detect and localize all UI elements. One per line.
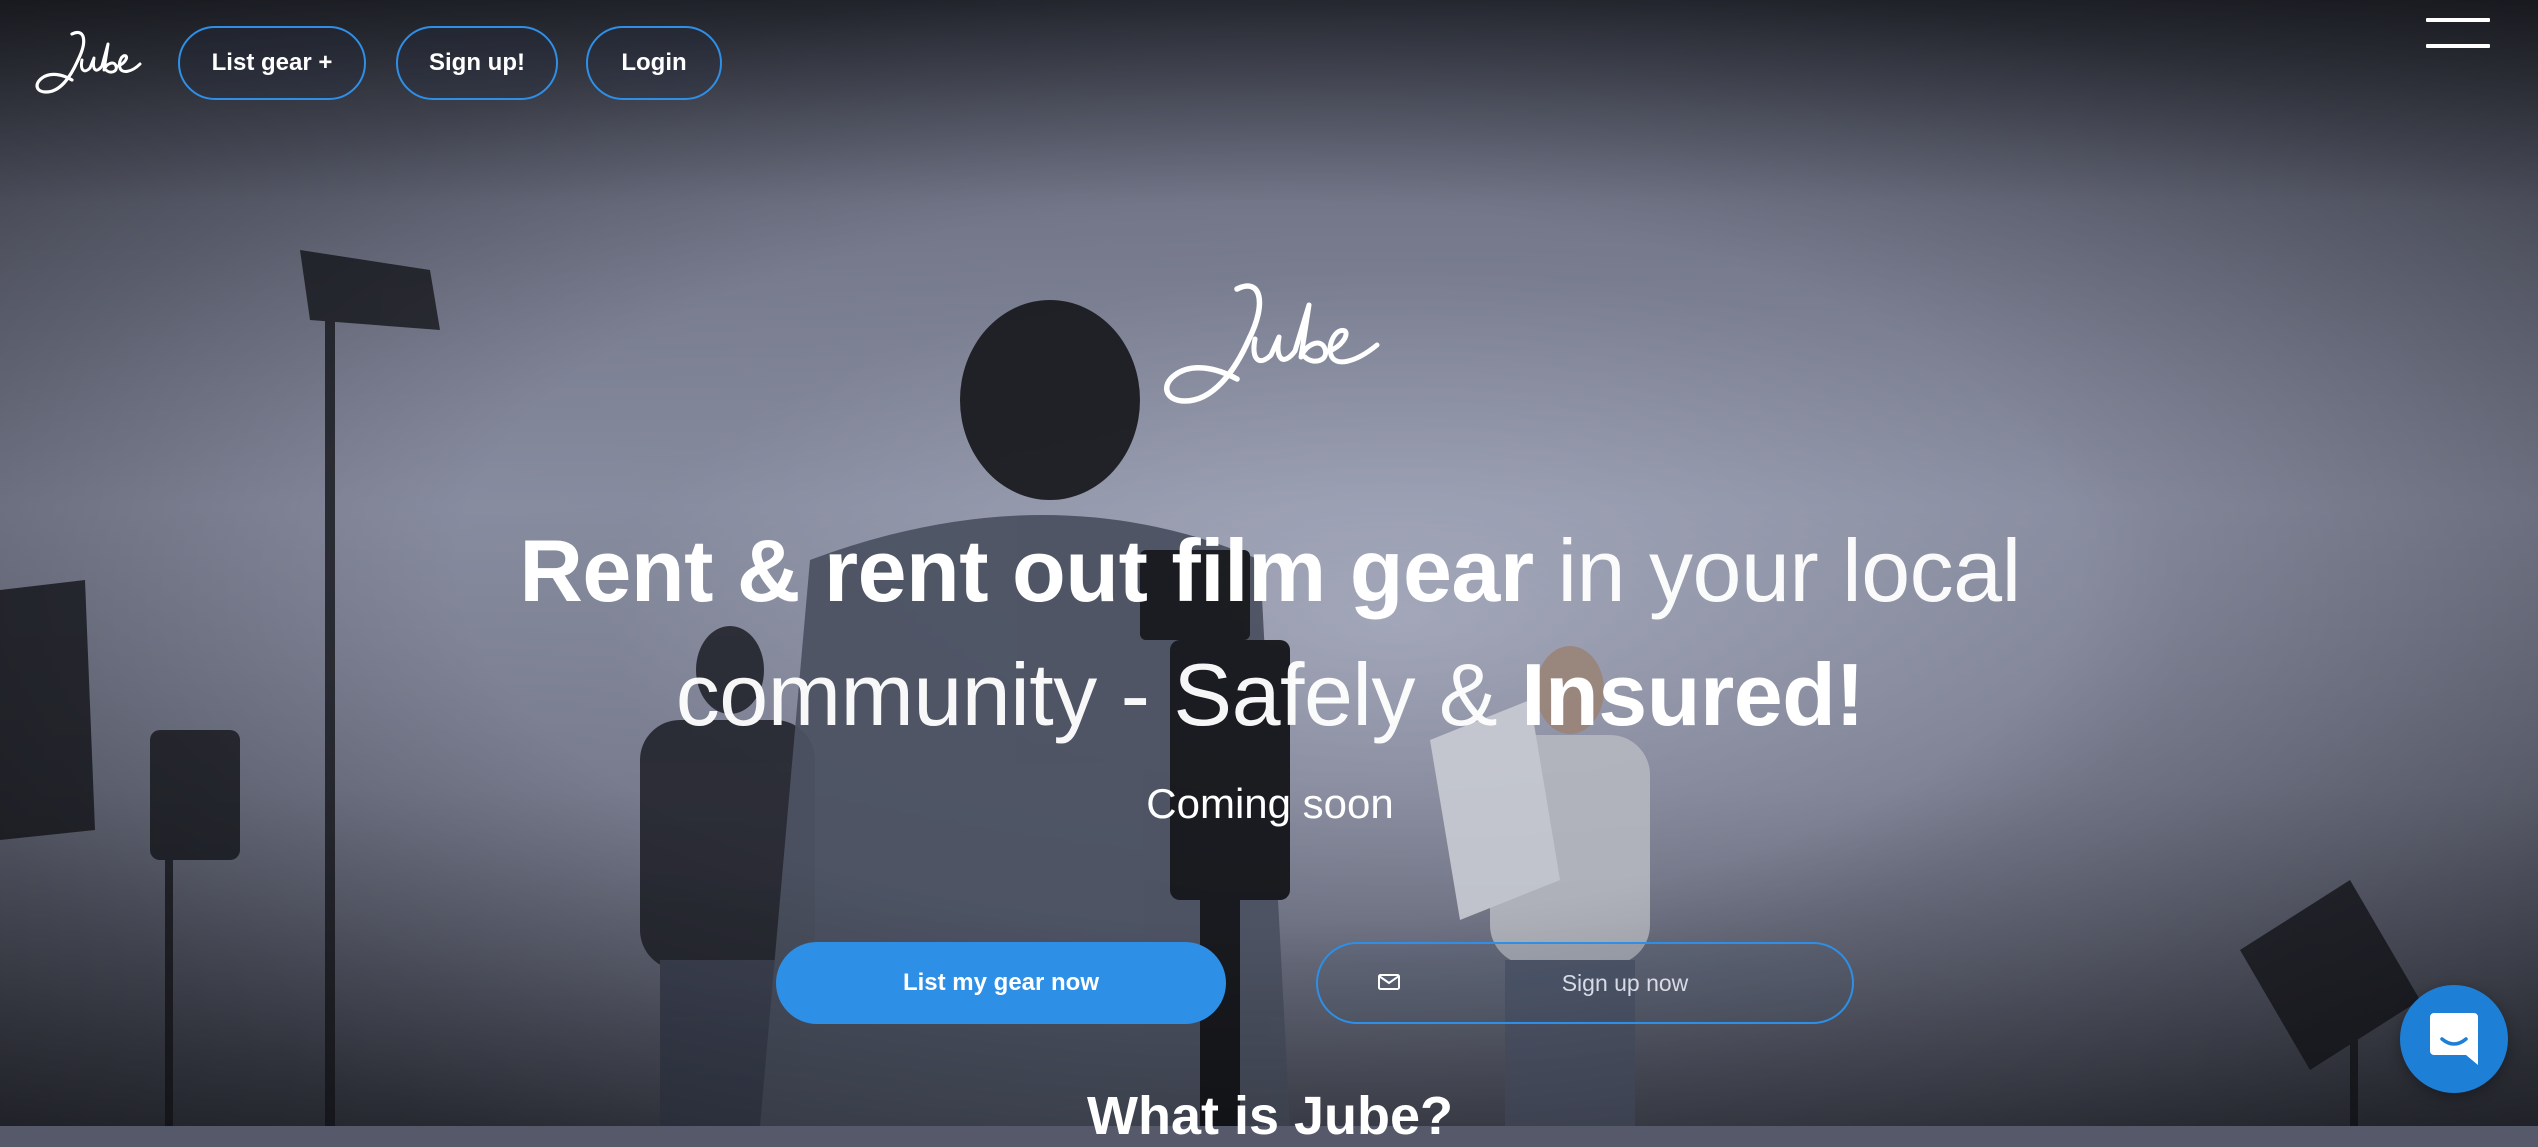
list-gear-button[interactable]: List gear + bbox=[178, 26, 366, 100]
signup-email-input[interactable]: Sign up now bbox=[1316, 942, 1854, 1024]
list-my-gear-button[interactable]: List my gear now bbox=[776, 942, 1226, 1024]
hero-headline: Rent & rent out film gear in your local … bbox=[460, 509, 2080, 757]
jube-logo[interactable] bbox=[32, 26, 144, 102]
jube-hero-logo bbox=[1164, 283, 1380, 404]
chat-launcher-button[interactable] bbox=[2400, 985, 2508, 1093]
envelope-icon bbox=[1378, 974, 1400, 990]
headline-bold-part: Rent & rent out film gear bbox=[519, 520, 1534, 620]
what-is-jube-heading: What is Jube? bbox=[1086, 1085, 1454, 1146]
hamburger-line bbox=[2426, 18, 2490, 22]
hamburger-icon[interactable] bbox=[2426, 18, 2490, 52]
login-button[interactable]: Login bbox=[586, 26, 722, 100]
top-navigation: List gear + Sign up! Login bbox=[0, 0, 2538, 130]
chat-bubble-icon bbox=[2430, 1013, 2478, 1065]
signup-input-placeholder: Sign up now bbox=[1561, 969, 1689, 996]
coming-soon-label: Coming soon bbox=[1146, 780, 1394, 827]
sign-up-button[interactable]: Sign up! bbox=[396, 26, 558, 100]
headline-insured-part: Insured! bbox=[1521, 644, 1865, 744]
hamburger-line bbox=[2426, 44, 2490, 48]
